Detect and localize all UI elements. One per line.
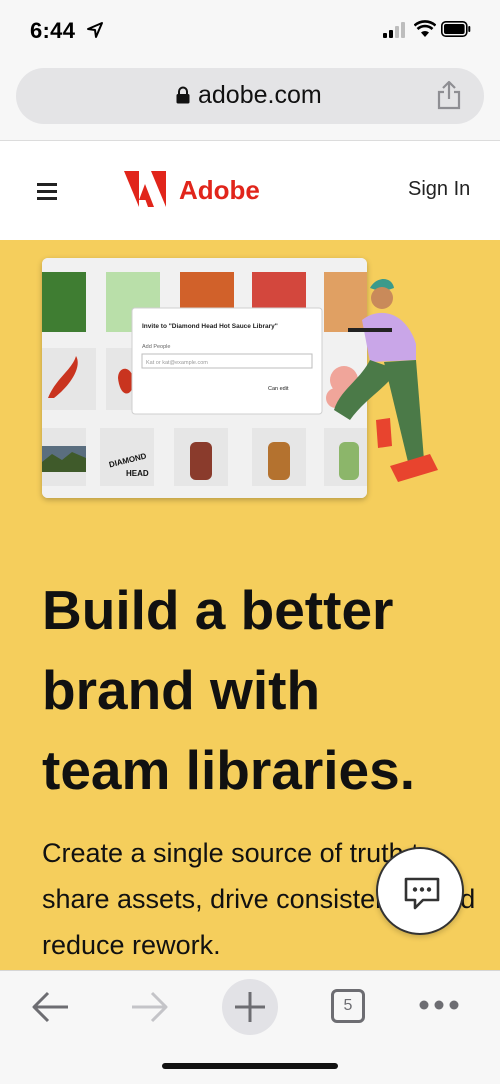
new-tab-button[interactable] (222, 979, 278, 1035)
signal-icon (383, 22, 405, 38)
library-grid-illustration: DIAMOND HEAD Invite to "Diamond Head Hot… (42, 258, 367, 498)
forward-icon[interactable] (128, 987, 170, 1027)
dialog-permission: Can edit (268, 386, 289, 392)
adobe-logo-icon[interactable] (124, 171, 166, 207)
status-bar: 6:44 (0, 0, 500, 60)
person-illustration (326, 279, 438, 482)
url-text[interactable]: adobe.com (198, 81, 322, 110)
dialog-title: Invite to "Diamond Head Hot Sauce Librar… (142, 323, 278, 330)
back-icon[interactable] (30, 987, 72, 1027)
address-bar-area: adobe.com (0, 60, 500, 141)
chat-button[interactable] (376, 847, 464, 935)
new-tab-icon (235, 992, 265, 1022)
tabs-count: 5 (343, 997, 353, 1014)
location-arrow-icon (87, 22, 103, 38)
menu-icon[interactable] (37, 183, 57, 200)
hero-headline: Build a better brand with team libraries… (42, 579, 415, 801)
address-bar[interactable]: adobe.com (16, 68, 484, 124)
dialog-placeholder: Kat or kat@example.com (146, 360, 208, 366)
share-icon[interactable] (436, 80, 462, 110)
brand-name[interactable]: Adobe (179, 175, 260, 206)
home-indicator (162, 1063, 338, 1069)
site-header: Adobe Sign In (0, 141, 500, 240)
wifi-icon (414, 20, 436, 37)
sign-in-link[interactable]: Sign In (408, 178, 470, 201)
more-icon[interactable] (418, 999, 460, 1011)
battery-icon (441, 21, 471, 37)
tabs-button[interactable]: 5 (331, 989, 365, 1023)
chat-icon (404, 877, 440, 910)
status-time: 6:44 (30, 18, 76, 43)
label-brand-bottom: HEAD (126, 469, 149, 478)
lock-icon (176, 86, 190, 104)
dialog-label: Add People (142, 344, 170, 350)
hero-illustration: DIAMOND HEAD Invite to "Diamond Head Hot… (42, 258, 367, 498)
